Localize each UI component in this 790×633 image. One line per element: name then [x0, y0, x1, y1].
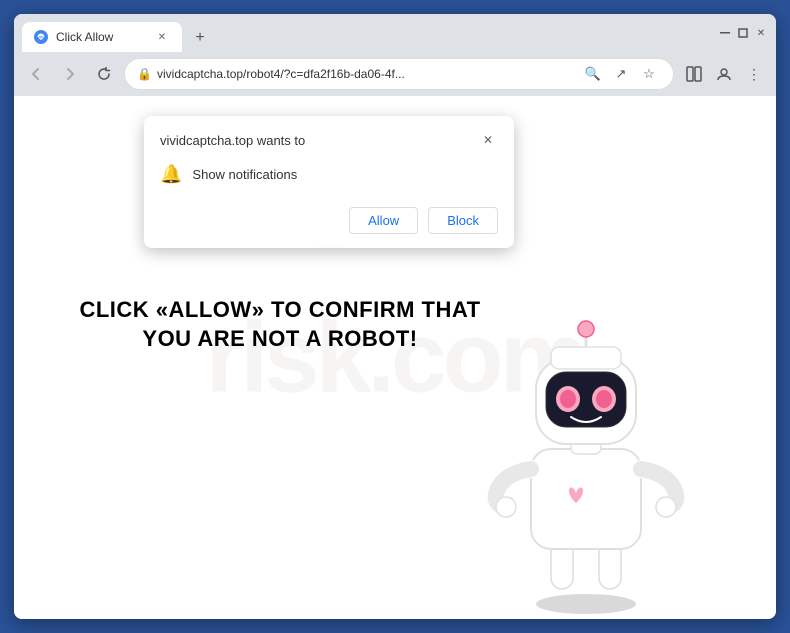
page-message: CLICK «ALLOW» TO CONFIRM THAT YOU ARE NO… [64, 296, 496, 353]
tab-favicon [34, 30, 48, 44]
lock-icon: 🔒 [137, 67, 151, 81]
url-display: vividcaptcha.top/robot4/?c=dfa2f16b-da06… [157, 67, 575, 81]
search-icon-btn[interactable]: 🔍 [581, 62, 605, 86]
block-button[interactable]: Block [428, 207, 498, 234]
popup-header: vividcaptcha.top wants to ✕ [144, 116, 514, 160]
split-view-button[interactable] [680, 60, 708, 88]
page-message-text: CLICK «ALLOW» TO CONFIRM THAT YOU ARE NO… [79, 297, 480, 351]
toolbar-icons: ⋮ [680, 60, 768, 88]
popup-site-text: vividcaptcha.top wants to [160, 133, 305, 148]
popup-close-button[interactable]: ✕ [478, 130, 498, 150]
allow-button[interactable]: Allow [349, 207, 418, 234]
tab-strip: Click Allow ✕ + [22, 14, 706, 52]
browser-tab[interactable]: Click Allow ✕ [22, 22, 182, 52]
address-bar: 🔒 vividcaptcha.top/robot4/?c=dfa2f16b-da… [14, 52, 776, 96]
address-input[interactable]: 🔒 vividcaptcha.top/robot4/?c=dfa2f16b-da… [124, 58, 674, 90]
robot-illustration [456, 239, 716, 619]
title-bar: Click Allow ✕ + ✕ [14, 14, 776, 52]
back-button[interactable] [22, 60, 50, 88]
share-icon-btn[interactable]: ↗ [609, 62, 633, 86]
new-tab-button[interactable]: + [186, 24, 214, 52]
tab-close-button[interactable]: ✕ [154, 29, 170, 45]
window-controls: ✕ [718, 26, 768, 40]
popup-notification-row: 🔔 Show notifications [144, 160, 514, 199]
page-content: risk.com vividcaptcha.top wants to ✕ 🔔 S… [14, 96, 776, 619]
bookmark-icon-btn[interactable]: ☆ [637, 62, 661, 86]
forward-button[interactable] [56, 60, 84, 88]
reload-button[interactable] [90, 60, 118, 88]
minimize-button[interactable] [718, 26, 732, 40]
profile-button[interactable] [710, 60, 738, 88]
address-action-icons: 🔍 ↗ ☆ [581, 62, 661, 86]
popup-notification-text: Show notifications [192, 167, 297, 182]
close-window-button[interactable]: ✕ [754, 26, 768, 40]
tab-title-text: Click Allow [56, 30, 146, 44]
popup-actions: Allow Block [144, 199, 514, 248]
browser-window: Click Allow ✕ + ✕ 🔒 vividcaptcha. [14, 14, 776, 619]
more-options-button[interactable]: ⋮ [740, 60, 768, 88]
maximize-button[interactable] [736, 26, 750, 40]
bell-icon: 🔔 [160, 164, 182, 185]
notification-popup: vividcaptcha.top wants to ✕ 🔔 Show notif… [144, 116, 514, 248]
